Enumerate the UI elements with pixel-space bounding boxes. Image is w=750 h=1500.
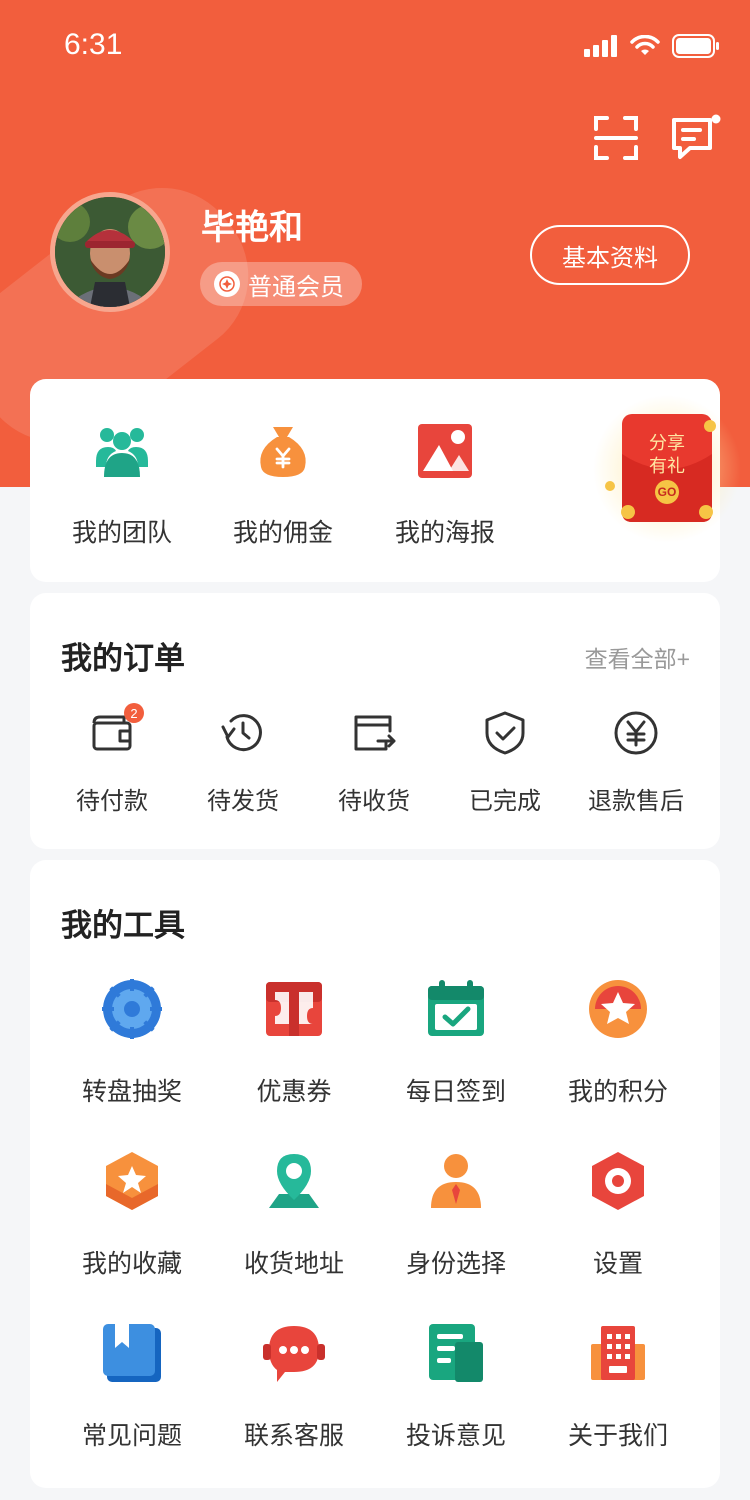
username: 毕艳和 bbox=[201, 209, 303, 247]
pending-payment-badge: 2 bbox=[124, 703, 144, 723]
message-icon bbox=[672, 114, 721, 159]
my-commission-entry[interactable]: 我的佣金 bbox=[218, 421, 348, 549]
order-completed[interactable]: 已完成 bbox=[440, 709, 570, 816]
battery-icon bbox=[672, 34, 719, 58]
order-pending-receipt-label: 待收货 bbox=[338, 788, 410, 815]
orders-title: 我的订单 bbox=[61, 641, 185, 676]
share-gift-button[interactable]: 分享 有礼 GO bbox=[592, 394, 742, 544]
shield-check-icon bbox=[485, 711, 525, 755]
order-pending-payment[interactable]: 2 待付款 bbox=[47, 703, 177, 816]
profile-info-button[interactable]: 基本资料 bbox=[530, 225, 690, 285]
tool-settings[interactable]: 设置 bbox=[548, 1150, 688, 1280]
bookmark-book-icon bbox=[103, 1324, 161, 1382]
headset-icon bbox=[263, 1326, 325, 1382]
my-commission-label: 我的佣金 bbox=[232, 519, 333, 547]
tool-lucky-wheel-label: 转盘抽奖 bbox=[81, 1078, 182, 1106]
tool-customer-service-label: 联系客服 bbox=[243, 1422, 344, 1450]
signal-bars-icon bbox=[584, 35, 617, 57]
money-bag-icon bbox=[260, 427, 306, 477]
tool-coupon-label: 优惠券 bbox=[256, 1078, 332, 1106]
scan-button[interactable] bbox=[590, 112, 642, 164]
order-completed-label: 已完成 bbox=[469, 788, 541, 815]
share-gift-go: GO bbox=[657, 485, 677, 499]
tool-complaint-feedback[interactable]: 投诉意见 bbox=[386, 1322, 526, 1452]
order-pending-shipment[interactable]: 待发货 bbox=[178, 709, 308, 816]
status-time: 6:31 bbox=[64, 28, 123, 61]
coupon-icon bbox=[266, 982, 322, 1036]
tool-customer-service[interactable]: 联系客服 bbox=[224, 1322, 364, 1452]
tool-daily-checkin[interactable]: 每日签到 bbox=[386, 978, 526, 1108]
tool-about-us[interactable]: 关于我们 bbox=[548, 1322, 688, 1452]
order-refund-aftersale-label: 退款售后 bbox=[588, 788, 684, 815]
orders-card: 我的订单 查看全部+ 2 待付款 待发货 待收货 已完成 退款售后 bbox=[30, 593, 720, 849]
member-level-badge: 普通会员 bbox=[200, 262, 362, 306]
document-icon bbox=[429, 1324, 483, 1382]
my-team-label: 我的团队 bbox=[71, 519, 172, 547]
member-level-label: 普通会员 bbox=[248, 273, 344, 301]
message-button[interactable] bbox=[670, 112, 722, 164]
tool-daily-checkin-label: 每日签到 bbox=[405, 1078, 506, 1106]
tool-my-points[interactable]: 我的积分 bbox=[548, 978, 688, 1108]
tools-title: 我的工具 bbox=[61, 908, 185, 943]
my-poster-label: 我的海报 bbox=[394, 519, 495, 547]
scan-icon bbox=[594, 116, 638, 160]
tool-faq[interactable]: 常见问题 bbox=[62, 1322, 202, 1452]
delivery-card-icon bbox=[354, 715, 396, 751]
building-icon bbox=[591, 1326, 645, 1380]
view-all-orders-link[interactable]: 查看全部+ bbox=[585, 640, 690, 674]
tool-shipping-address-label: 收货地址 bbox=[243, 1250, 344, 1278]
tool-coupon[interactable]: 优惠券 bbox=[224, 978, 364, 1108]
wifi-icon bbox=[630, 35, 660, 55]
medal-icon bbox=[214, 271, 240, 297]
star-badge-icon bbox=[589, 980, 647, 1038]
status-bar: 6:31 bbox=[64, 26, 720, 66]
tool-my-points-label: 我的积分 bbox=[567, 1078, 668, 1106]
wheel-icon bbox=[102, 979, 162, 1039]
tool-identity-select-label: 身份选择 bbox=[405, 1250, 506, 1278]
avatar[interactable] bbox=[50, 192, 170, 312]
tool-about-us-label: 关于我们 bbox=[567, 1422, 668, 1450]
tool-complaint-feedback-label: 投诉意见 bbox=[405, 1422, 506, 1450]
tool-faq-label: 常见问题 bbox=[81, 1422, 182, 1450]
calendar-check-icon bbox=[428, 980, 484, 1036]
order-pending-payment-label: 待付款 bbox=[76, 788, 148, 815]
settings-icon bbox=[592, 1152, 644, 1210]
person-icon bbox=[431, 1154, 481, 1208]
order-pending-shipment-label: 待发货 bbox=[207, 788, 279, 815]
my-poster-entry[interactable]: 我的海报 bbox=[380, 421, 510, 549]
tool-favorites[interactable]: 我的收藏 bbox=[62, 1150, 202, 1280]
tool-identity-select[interactable]: 身份选择 bbox=[386, 1150, 526, 1280]
avatar-image bbox=[55, 197, 165, 307]
order-refund-aftersale[interactable]: 退款售后 bbox=[571, 709, 701, 816]
tool-lucky-wheel[interactable]: 转盘抽奖 bbox=[62, 978, 202, 1108]
share-gift-text-2: 有礼 bbox=[649, 456, 685, 476]
favorite-hexagon-icon bbox=[106, 1152, 158, 1210]
tools-card: 我的工具 转盘抽奖 优惠券 每日签到 我的积分 我的收藏 收货地址 身份选择 设… bbox=[30, 860, 720, 1488]
tool-settings-label: 设置 bbox=[592, 1250, 643, 1278]
my-team-entry[interactable]: 我的团队 bbox=[57, 421, 187, 549]
clock-refresh-icon bbox=[221, 714, 262, 752]
yen-circle-icon bbox=[614, 711, 658, 755]
tool-shipping-address[interactable]: 收货地址 bbox=[224, 1150, 364, 1280]
location-pin-icon bbox=[269, 1154, 319, 1208]
order-pending-receipt[interactable]: 待收货 bbox=[309, 709, 439, 816]
team-icon bbox=[96, 428, 148, 477]
poster-icon bbox=[418, 424, 472, 478]
tool-favorites-label: 我的收藏 bbox=[81, 1250, 182, 1278]
